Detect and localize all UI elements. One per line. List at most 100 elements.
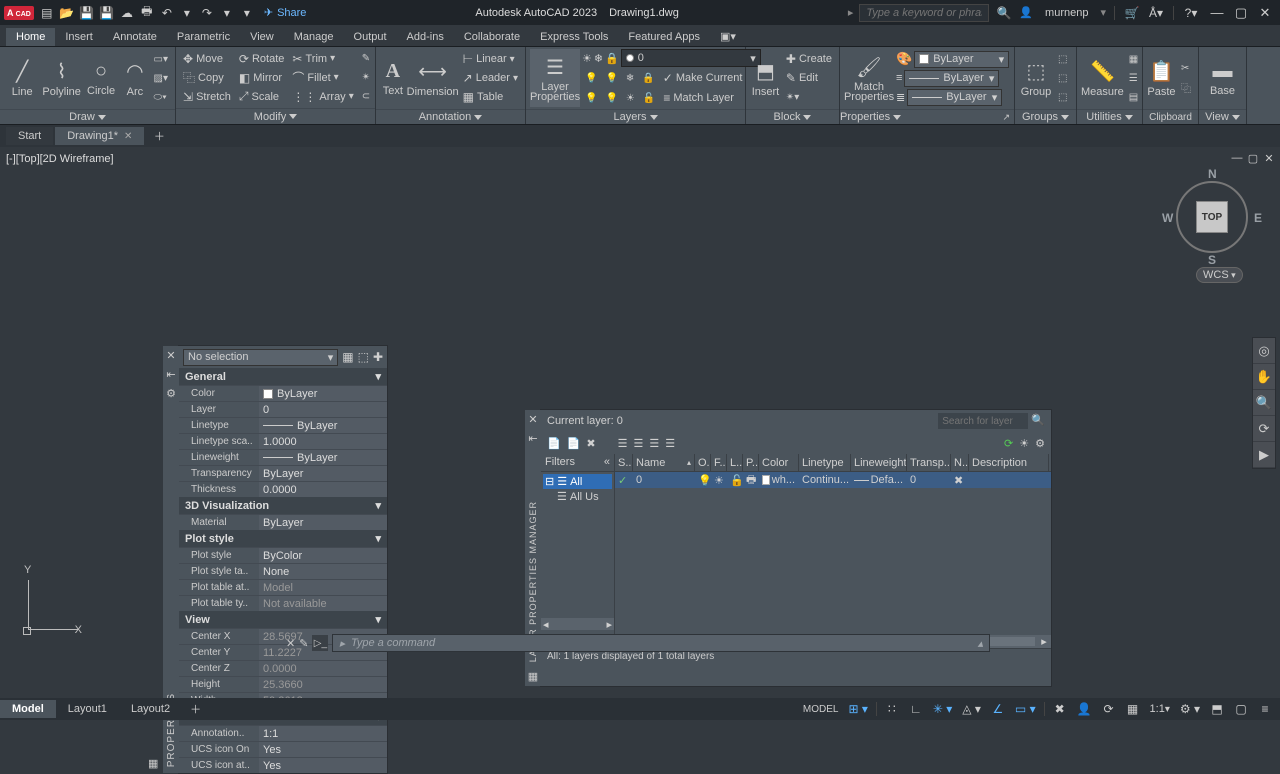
props-cat-general[interactable]: General▾ xyxy=(179,368,387,385)
properties-pin-icon[interactable]: ⇤ xyxy=(166,368,175,381)
props-row[interactable]: Linetype sca..1.0000 xyxy=(179,433,387,449)
properties-close-icon[interactable]: ✕ xyxy=(166,349,175,362)
properties-panel-label[interactable]: Properties ↗ xyxy=(840,109,1014,124)
new-layer-vp-icon[interactable]: 📄 xyxy=(567,437,581,450)
layer-col-header[interactable]: Lineweight xyxy=(851,454,907,471)
hatch-icon[interactable]: ▨▾ xyxy=(151,69,171,87)
new-icon[interactable]: ▤ xyxy=(38,4,56,22)
util2-icon[interactable]: ☰ xyxy=(1126,69,1141,87)
layer-col-header[interactable]: N.. xyxy=(951,454,969,471)
layer-col-header[interactable]: Transp... xyxy=(907,454,951,471)
layer-iso-icon[interactable]: 💡 xyxy=(602,69,620,87)
layer-dropdown[interactable]: 0▾ xyxy=(621,49,761,67)
nav-pan-icon[interactable]: ✋ xyxy=(1253,364,1275,390)
cut-icon[interactable]: ✂ xyxy=(1178,60,1194,78)
status-polar-icon[interactable]: ✳ ▾ xyxy=(929,699,956,719)
dimension-button[interactable]: ⟷Dimension xyxy=(408,49,458,107)
linear-button[interactable]: ⊢Linear▾ xyxy=(460,50,521,68)
share-button[interactable]: ✈ Share xyxy=(264,6,307,19)
layer-col-header[interactable]: Linetype xyxy=(799,454,851,471)
search-icon[interactable]: 🔍 xyxy=(995,4,1013,22)
layer-off-icon[interactable]: 💡 xyxy=(582,69,600,87)
tab-collaborate[interactable]: Collaborate xyxy=(454,28,530,46)
username[interactable]: murnenp xyxy=(1045,7,1088,19)
maximize-icon[interactable]: ▢ xyxy=(1230,4,1252,22)
layer-col-header[interactable]: L.. xyxy=(727,454,743,471)
paste-button[interactable]: 📋Paste xyxy=(1147,49,1176,107)
nav-showmotion-icon[interactable]: ▶ xyxy=(1253,442,1275,468)
filter-all[interactable]: ⊟☰All xyxy=(543,474,612,489)
linetype-dropdown[interactable]: ByLayer▾ xyxy=(907,89,1002,106)
layer-iso-tool-icon[interactable]: ☰ xyxy=(649,437,659,450)
laymgr-switch-icon[interactable]: ▦ xyxy=(528,670,538,683)
props-row[interactable]: UCS icon at..Yes xyxy=(179,757,387,773)
layer-lock-icon[interactable]: 🔒 xyxy=(605,52,619,65)
color-wheel-icon[interactable]: 🎨 xyxy=(896,51,912,67)
cmd-close-icon[interactable]: ✕ xyxy=(286,637,295,650)
status-clean-icon[interactable]: ▢ xyxy=(1230,699,1252,719)
tab-output[interactable]: Output xyxy=(344,28,397,46)
selection-dropdown[interactable]: No selection▾ xyxy=(183,349,338,366)
draw-panel-label[interactable]: Draw xyxy=(0,109,175,124)
move-button[interactable]: ✥Move xyxy=(180,50,234,68)
layer-col-header[interactable]: P.. xyxy=(743,454,759,471)
group-sel-icon[interactable]: ⬚ xyxy=(1055,88,1070,106)
create-block-button[interactable]: ✚Create xyxy=(783,50,835,68)
add-layout-icon[interactable]: ＋ xyxy=(182,698,209,720)
tab-annotate[interactable]: Annotate xyxy=(103,28,167,46)
saveas-icon[interactable]: 💾 xyxy=(98,4,116,22)
erase-icon[interactable]: ✎ xyxy=(359,50,373,68)
status-osnap-icon[interactable]: ∠ xyxy=(987,699,1009,719)
make-current-button[interactable]: ✓Make Current xyxy=(660,69,746,87)
props-row[interactable]: LinetypeByLayer xyxy=(179,417,387,433)
nav-orbit-icon[interactable]: ⟳ xyxy=(1253,416,1275,442)
layer-merge-icon[interactable]: ☰ xyxy=(665,437,675,450)
table-button[interactable]: ▦Table xyxy=(460,88,521,106)
layer-uniso-icon[interactable]: 💡 xyxy=(602,89,620,107)
tab-insert[interactable]: Insert xyxy=(55,28,103,46)
filter-all-used[interactable]: ☰All Us xyxy=(543,489,612,504)
layer-freeze2-icon[interactable]: ❄ xyxy=(623,69,637,87)
viewcube-wcs[interactable]: WCS ▾ xyxy=(1196,267,1243,283)
tab-extra-icon[interactable]: ▣▾ xyxy=(710,27,746,46)
tab-manage[interactable]: Manage xyxy=(284,28,344,46)
props-row[interactable]: UCS icon OnYes xyxy=(179,741,387,757)
block-panel-label[interactable]: Block xyxy=(746,109,839,124)
layers-panel-label[interactable]: Layers xyxy=(526,109,745,124)
util3-icon[interactable]: ▤ xyxy=(1126,88,1141,106)
status-annoscale[interactable]: 1:1 ▾ xyxy=(1146,699,1174,719)
trim-button[interactable]: ✂Trim▾ xyxy=(289,50,356,68)
command-input[interactable]: ▸Type a command▴ xyxy=(332,634,990,652)
layer-col-header[interactable]: Name▴ xyxy=(633,454,695,471)
layer-row-0[interactable]: ✓ 0 💡 ☀ 🔓 🖶 wh... Continu... Defa... 0 ✖ xyxy=(615,472,1051,488)
tab-featured[interactable]: Featured Apps xyxy=(618,28,710,46)
ucs-icon[interactable]: Y X xyxy=(22,570,82,630)
mirror-button[interactable]: ◧Mirror xyxy=(236,69,287,87)
add-tab-icon[interactable]: ＋ xyxy=(150,127,168,145)
stretch-button[interactable]: ⇲Stretch xyxy=(180,88,234,106)
layer-properties-button[interactable]: ☰Layer Properties xyxy=(530,49,580,107)
arc-button[interactable]: ◠Arc xyxy=(121,49,148,107)
line-button[interactable]: ╱Line xyxy=(4,49,40,107)
props-cat-plot-style[interactable]: Plot style▾ xyxy=(179,530,387,547)
vp-minimize-icon[interactable]: — xyxy=(1230,151,1244,165)
props-row[interactable]: Plot table at..Model xyxy=(179,579,387,595)
offset-icon[interactable]: ⊂ xyxy=(359,88,373,106)
lineweight-icon[interactable]: ≡ xyxy=(896,72,902,84)
circle-button[interactable]: ○Circle xyxy=(83,49,119,107)
color-bylayer-dropdown[interactable]: ByLayer▾ xyxy=(914,51,1009,68)
props-row[interactable]: TransparencyByLayer xyxy=(179,465,387,481)
new-layer-icon[interactable]: 📄 xyxy=(547,437,561,450)
layer-col-header[interactable]: O.. xyxy=(695,454,711,471)
tab-express[interactable]: Express Tools xyxy=(530,28,618,46)
groups-panel-label[interactable]: Groups xyxy=(1015,109,1076,124)
file-tab-start[interactable]: Start xyxy=(6,127,53,145)
match-properties-button[interactable]: 🖌Match Properties xyxy=(844,49,894,107)
tab-view[interactable]: View xyxy=(240,28,284,46)
viewport-label[interactable]: [-][Top][2D Wireframe] xyxy=(6,153,114,165)
linetype-icon[interactable]: ≣ xyxy=(896,91,905,104)
delete-layer-icon[interactable]: ✖ xyxy=(586,437,595,450)
properties-switch-icon[interactable]: ▦ xyxy=(148,757,158,770)
props-cat-3d-visualization[interactable]: 3D Visualization▾ xyxy=(179,497,387,514)
layer-col-header[interactable]: Color xyxy=(759,454,799,471)
